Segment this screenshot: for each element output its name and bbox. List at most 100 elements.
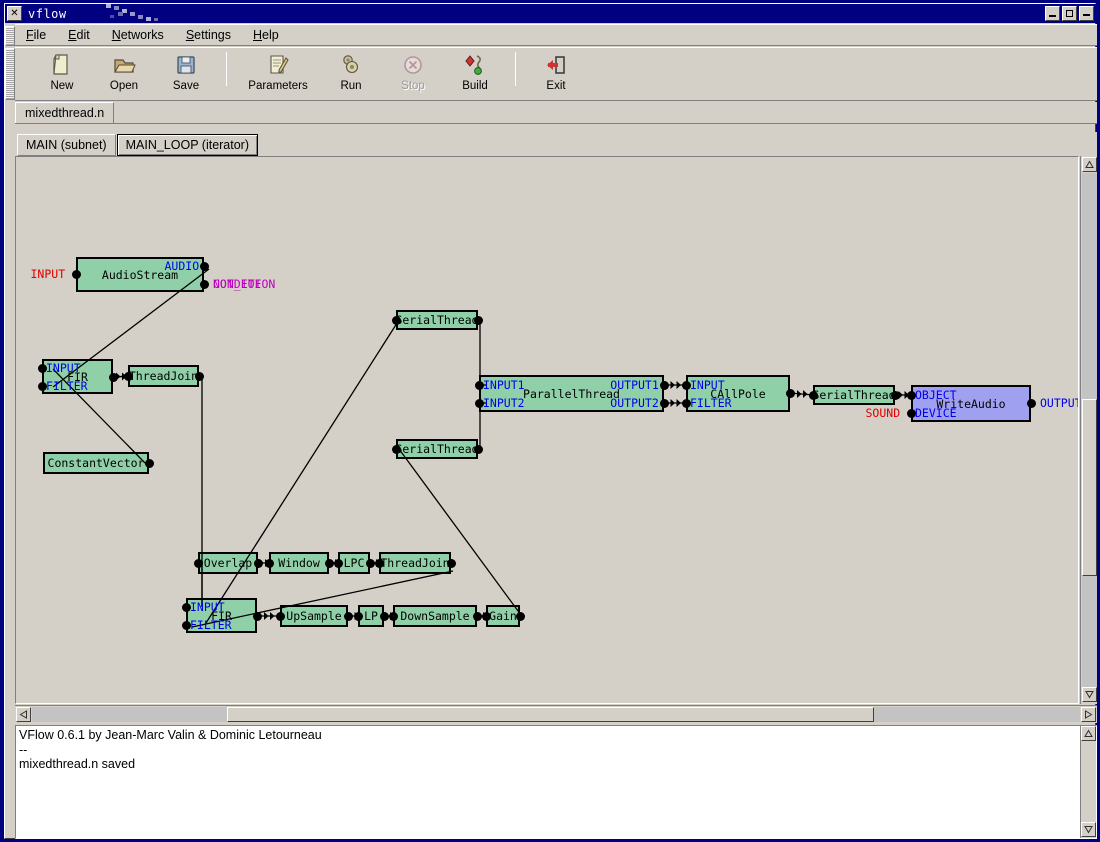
- node-callpole-portlabel-filter: FILTER: [690, 396, 732, 410]
- node-serialthread-1-port-right[interactable]: [473, 315, 483, 325]
- console-output: VFlow 0.6.1 by Jean-Marc Valin & Dominic…: [19, 728, 322, 771]
- node-serialthread-3-port-left[interactable]: [808, 390, 818, 400]
- node-threadjoin-top-port-left[interactable]: [123, 371, 133, 381]
- pencil-page-icon: [266, 52, 290, 78]
- toolbar-exit-button[interactable]: Exit: [525, 48, 587, 100]
- toolbar-new-label: New: [50, 80, 74, 92]
- canvas-viewport[interactable]: AudioStream INPUT AUDIO NOT_EOF CONDITION FIR…: [15, 156, 1079, 704]
- horizontal-scroll-thumb[interactable]: [227, 707, 874, 722]
- link-serialthread1-from-fir[interactable]: [205, 319, 400, 624]
- node-audiostream-port-input[interactable]: [71, 269, 81, 279]
- scroll-right-arrow-icon[interactable]: [1081, 707, 1096, 722]
- menu-settings[interactable]: Settings: [175, 26, 242, 44]
- toolbar-run-button[interactable]: Run: [320, 48, 382, 100]
- restore-button[interactable]: [1079, 6, 1094, 21]
- node-constantvector-port-right[interactable]: [144, 458, 154, 468]
- node-writeaudio-portlabel-output: OUTPUT: [1040, 396, 1079, 410]
- node-upsample-port-right[interactable]: [343, 611, 353, 621]
- canvas-horizontal-scrollbar[interactable]: [15, 705, 1097, 723]
- node-parallelthread-port-output2[interactable]: [659, 398, 669, 408]
- node-callpole-port-filter[interactable]: [681, 398, 691, 408]
- console-scroll-up-arrow-icon[interactable]: [1081, 726, 1096, 741]
- canvas-vertical-scrollbar[interactable]: [1080, 156, 1097, 704]
- menubar-drag-grip[interactable]: [5, 26, 15, 46]
- gears-icon: [339, 52, 363, 78]
- node-fir-bottom-port-right[interactable]: [252, 611, 262, 621]
- node-fir-bottom-port-input[interactable]: [181, 602, 191, 612]
- node-parallelthread-port-output1[interactable]: [659, 380, 669, 390]
- node-window-port-left[interactable]: [264, 558, 274, 568]
- node-gain-port-left[interactable]: [481, 611, 491, 621]
- node-threadjoin-bottom-port-left[interactable]: [374, 558, 384, 568]
- scroll-down-arrow-icon[interactable]: [1082, 687, 1097, 702]
- document-tab-mixedthread[interactable]: mixedthread.n: [15, 102, 115, 123]
- node-parallelthread-port-input1[interactable]: [474, 380, 484, 390]
- node-fir-bottom-portlabel-filter: FILTER: [190, 618, 232, 632]
- console-vertical-scrollbar[interactable]: [1080, 726, 1096, 838]
- tab-main-loop-iterator[interactable]: MAIN_LOOP (iterator): [116, 134, 259, 156]
- node-fir-bottom-portlabel-input: INPUT: [190, 600, 225, 614]
- toolbar-open-button[interactable]: Open: [93, 48, 155, 100]
- node-threadjoin-bottom-port-right[interactable]: [446, 558, 456, 568]
- maximize-button[interactable]: [1062, 6, 1077, 21]
- node-fir-top-port-filter[interactable]: [37, 381, 47, 391]
- window-title: vflow: [28, 6, 67, 21]
- node-parallelthread-port-input2[interactable]: [474, 398, 484, 408]
- toolbar-parameters-button[interactable]: Parameters: [236, 48, 320, 100]
- node-window-port-right[interactable]: [324, 558, 334, 568]
- menu-help[interactable]: Help: [242, 26, 290, 44]
- node-overlap-port-right[interactable]: [253, 558, 263, 568]
- node-fir-bottom-port-filter[interactable]: [181, 620, 191, 630]
- node-lpc-port-left[interactable]: [333, 558, 343, 568]
- node-downsample-port-left[interactable]: [388, 611, 398, 621]
- window-buttons: [1045, 6, 1094, 21]
- console-scroll-down-arrow-icon[interactable]: [1081, 822, 1096, 837]
- node-overlap-port-left[interactable]: [193, 558, 203, 568]
- toolbar-separator-1: [226, 52, 227, 86]
- tab-main-subnet[interactable]: MAIN (subnet): [17, 134, 116, 156]
- node-threadjoin-top-port-right[interactable]: [194, 371, 204, 381]
- toolbar-drag-grip[interactable]: [5, 48, 15, 100]
- toolbar-new-button[interactable]: New: [31, 48, 93, 100]
- node-serialthread-2-port-right[interactable]: [473, 444, 483, 454]
- node-serialthread-1-port-left[interactable]: [391, 315, 401, 325]
- node-audiostream-port-not_eof[interactable]: [199, 279, 209, 289]
- toolbar-save-label: Save: [172, 80, 200, 92]
- node-fir-top-port-right[interactable]: [108, 372, 118, 382]
- node-fir-top-port-input[interactable]: [37, 363, 47, 373]
- node-gain-port-right[interactable]: [515, 611, 525, 621]
- vertical-scroll-thumb[interactable]: [1082, 399, 1097, 576]
- scroll-left-arrow-icon[interactable]: [16, 707, 31, 722]
- node-lpc-port-right[interactable]: [365, 558, 375, 568]
- titlebar-dither-decoration: [106, 4, 158, 21]
- toolbar-build-button[interactable]: Build: [444, 48, 506, 100]
- network-canvas[interactable]: AudioStream INPUT AUDIO NOT_EOF CONDITION FIR…: [16, 157, 1078, 703]
- node-lp-port-left[interactable]: [353, 611, 363, 621]
- node-writeaudio-port-output[interactable]: [1026, 398, 1036, 408]
- node-callpole-port-right[interactable]: [785, 388, 795, 398]
- scroll-up-arrow-icon[interactable]: [1082, 157, 1097, 172]
- menu-file[interactable]: File: [15, 26, 57, 44]
- node-callpole-portlabel-input: INPUT: [690, 378, 725, 392]
- application-window: ✕ vflow File Edit Networks Settings Help: [4, 3, 1097, 839]
- menu-edit[interactable]: Edit: [57, 26, 101, 44]
- toolbar-save-button[interactable]: Save: [155, 48, 217, 100]
- window-menu-close-icon[interactable]: ✕: [7, 6, 22, 21]
- link-serialthread2-from-gain[interactable]: [398, 448, 522, 616]
- node-audiostream-port-audio[interactable]: [199, 261, 209, 271]
- node-serialthread-2-port-left[interactable]: [391, 444, 401, 454]
- node-lp-port-right[interactable]: [379, 611, 389, 621]
- node-callpole-port-input[interactable]: [681, 380, 691, 390]
- node-serialthread-3-port-right[interactable]: [890, 390, 900, 400]
- open-folder-icon: [112, 52, 136, 78]
- node-writeaudio-port-object[interactable]: [906, 390, 916, 400]
- node-writeaudio-portlabel-object: OBJECT: [915, 388, 957, 402]
- node-downsample-port-right[interactable]: [472, 611, 482, 621]
- node-parallelthread-portlabel-input2: INPUT2: [483, 396, 525, 410]
- minimize-button[interactable]: [1045, 6, 1060, 21]
- node-upsample-port-left[interactable]: [275, 611, 285, 621]
- network-tab-bar: MAIN (subnet) MAIN_LOOP (iterator): [15, 132, 1097, 156]
- node-writeaudio-port-device[interactable]: [906, 408, 916, 418]
- menu-networks[interactable]: Networks: [101, 26, 175, 44]
- toolbar-stop-button[interactable]: Stop: [382, 48, 444, 100]
